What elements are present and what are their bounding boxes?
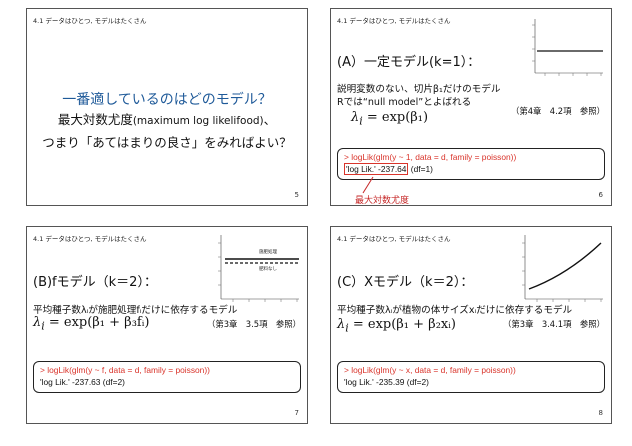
slide-6: 4.1 データはひとつ, モデルはたくさん (A）一定モデル(k=1）： 説明変… — [330, 8, 612, 206]
exponential-curve — [528, 242, 602, 290]
x-model-plot — [522, 235, 603, 302]
max-log-likelihood-english: (maximum log likelifood) — [132, 115, 264, 127]
model-description: 平均種子数λᵢが植物の体サイズxᵢだけに依存するモデル — [337, 305, 573, 316]
slide-header: 4.1 データはひとつ, モデルはたくさん — [33, 17, 147, 25]
highlighted-log-likelihood: 'log Lik.' -237.64 — [344, 163, 409, 175]
model-title: (A）一定モデル(k=1）： — [337, 55, 481, 70]
model-title: (B)fモデル（k＝2）： — [33, 275, 157, 290]
r-output: 'log Lik.' -237.63 (df=2) — [40, 377, 125, 387]
page-number: 8 — [598, 409, 603, 417]
model-formula: λi = exp(β₁ + β₂xᵢ) — [337, 317, 456, 335]
annotation-label: 最大対数尤度 — [355, 196, 410, 206]
model-formula: λi = exp(β₁ + β₃fᵢ) — [33, 315, 150, 333]
slide-5: 4.1 データはひとつ, モデルはたくさん 一番適しているのはどのモデル？ 最大… — [26, 8, 308, 206]
slide-7: 4.1 データはひとつ, モデルはたくさん 施肥処理 肥料なし (B)fモデル（… — [26, 226, 308, 424]
punctuation: 、 — [263, 112, 277, 127]
r-output: 'log Lik.' -237.64 (df=1) — [344, 163, 433, 175]
legend-label-fertilized: 施肥処理 — [259, 248, 277, 255]
slide-header: 4.1 データはひとつ, モデルはたくさん — [33, 235, 147, 243]
slide-8: 4.1 データはひとつ, モデルはたくさん (C）Xモデル（k＝2）： 平均種子… — [330, 226, 612, 424]
slide-header: 4.1 データはひとつ, モデルはたくさん — [337, 235, 451, 243]
legend-label-control: 肥料なし — [259, 265, 277, 272]
model-formula: λi = exp(β₁) — [351, 110, 429, 128]
r-command: > logLik(glm(y ~ f, data = d, family = p… — [40, 365, 210, 375]
slide-title: 一番適しているのはどのモデル？ — [62, 92, 272, 108]
constant-model-plot — [532, 19, 603, 76]
code-box: > logLik(glm(y ~ x, data = d, family = p… — [337, 361, 605, 393]
model-title: (C）Xモデル（k＝2）： — [337, 275, 474, 290]
code-box: > logLik(glm(y ~ f, data = d, family = p… — [33, 361, 301, 393]
max-log-likelihood-label: 最大対数尤度 — [57, 112, 133, 127]
slide-text-line2: つまり「あてはまりの良さ」をみればよい？ — [42, 135, 292, 150]
f-model-plot: 施肥処理 肥料なし — [218, 235, 299, 302]
slide-text-line1: 最大対数尤度(maximum log likelifood)、 — [27, 109, 307, 128]
page-number: 6 — [598, 191, 603, 199]
slide-header: 4.1 データはひとつ, モデルはたくさん — [337, 17, 451, 25]
page-number: 7 — [294, 409, 299, 417]
reference-note: （第3章 3.5項 参照） — [206, 319, 301, 329]
model-description: 平均種子数λᵢが施肥処理fᵢだけに依存するモデル — [33, 305, 238, 316]
r-output: 'log Lik.' -235.39 (df=2) — [344, 377, 429, 387]
r-command: > logLik(glm(y ~ x, data = d, family = p… — [344, 365, 516, 375]
reference-note: （第4章 4.2項 参照） — [510, 106, 605, 116]
r-command: > logLik(glm(y ~ 1, data = d, family = p… — [344, 152, 517, 162]
reference-note: （第3章 3.4.1項 参照） — [502, 319, 605, 329]
page-number: 5 — [294, 191, 299, 199]
model-description-2: Rでは“null model”とよばれる — [337, 97, 472, 108]
model-description: 説明変数のない、切片β₁だけのモデル — [337, 84, 501, 95]
